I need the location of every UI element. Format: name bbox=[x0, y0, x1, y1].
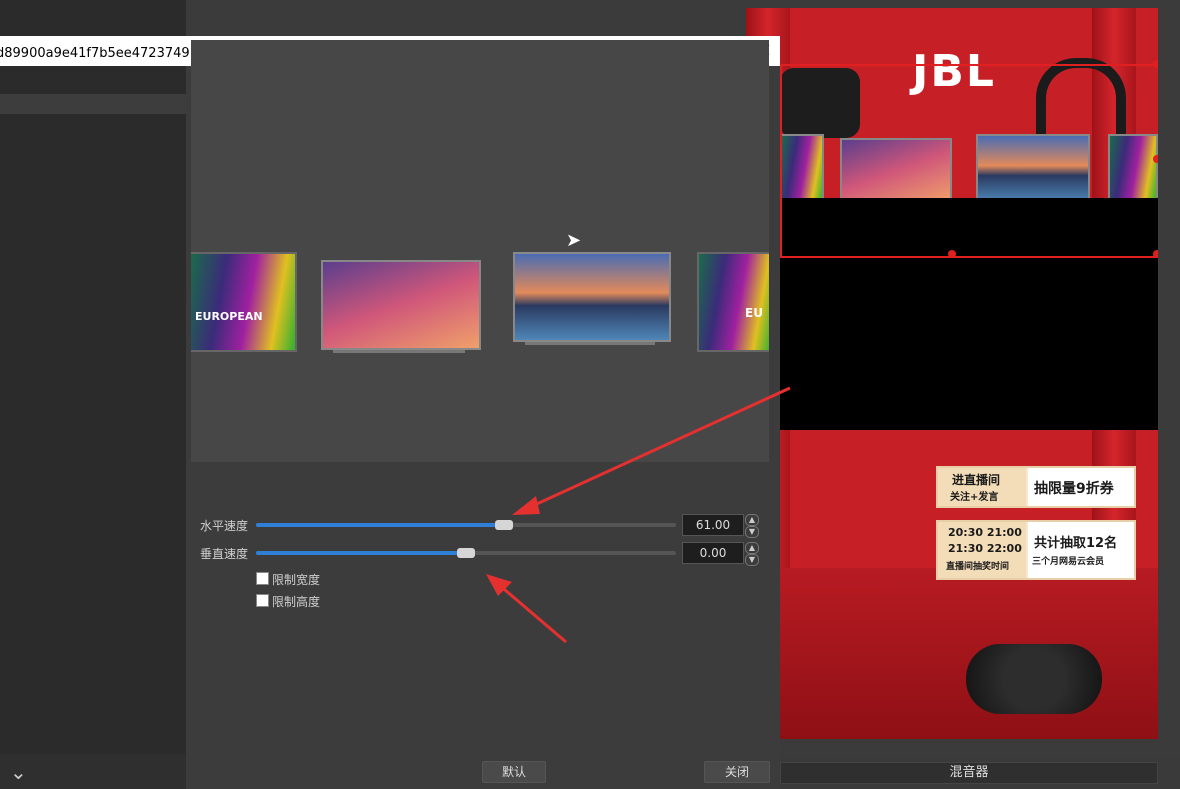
vertical-speed-label: 垂直速度 bbox=[200, 547, 249, 561]
promo-text: 共计抽取12名 bbox=[1034, 536, 1118, 551]
slider-thumb[interactable] bbox=[495, 520, 513, 530]
filter-list-header bbox=[0, 94, 186, 114]
resize-handle[interactable] bbox=[1153, 155, 1158, 163]
tv-thumbnail: EUROPEAN bbox=[191, 252, 297, 352]
limit-width-checkbox[interactable] bbox=[256, 572, 269, 585]
promo-text: 21:30 22:00 bbox=[948, 542, 1022, 555]
tv-stand bbox=[333, 350, 465, 353]
banner-floor bbox=[746, 568, 1158, 739]
promo-text: 直播间抽奖时间 bbox=[946, 562, 1010, 572]
promo-text: 抽限量9折券 bbox=[1034, 481, 1114, 497]
vertical-speed-slider[interactable] bbox=[256, 548, 676, 558]
close-button[interactable]: 关闭 bbox=[704, 761, 770, 783]
limit-width-label: 限制宽度 bbox=[272, 573, 321, 587]
limit-height-label: 限制高度 bbox=[272, 595, 321, 609]
horizontal-speed-stepper[interactable]: ▲ ▼ bbox=[745, 514, 759, 538]
promo-text: 20:30 21:00 bbox=[948, 526, 1022, 539]
tv-stand bbox=[525, 342, 655, 345]
tv-label: EUROPEAN bbox=[195, 310, 263, 323]
mixer-tab[interactable]: 混音器 bbox=[780, 762, 1158, 784]
scene-preview[interactable]: JBL 进直播间 关注+发言 抽限量9折券 20:30 21:00 21:30 … bbox=[746, 8, 1158, 739]
promo-text: 三个月网易云会员 bbox=[1032, 557, 1105, 567]
limit-height-checkbox[interactable] bbox=[256, 594, 269, 607]
default-button[interactable]: 默认 bbox=[482, 761, 546, 783]
tv-thumbnail: EU bbox=[697, 252, 769, 352]
promo-text: 进直播间 bbox=[952, 473, 1001, 487]
speaker-image bbox=[966, 644, 1102, 714]
filter-list[interactable] bbox=[0, 66, 186, 754]
slider-fill bbox=[256, 523, 504, 527]
resize-handle[interactable] bbox=[1153, 250, 1158, 258]
tv-thumbnail bbox=[321, 260, 481, 350]
vertical-speed-stepper[interactable]: ▲ ▼ bbox=[745, 542, 759, 566]
vertical-speed-input[interactable]: 0.00 bbox=[682, 542, 744, 564]
tv-thumbnail bbox=[513, 252, 671, 342]
selection-box[interactable] bbox=[780, 64, 1158, 258]
mouse-cursor-icon: ➤ bbox=[566, 230, 582, 251]
slider-thumb[interactable] bbox=[457, 548, 475, 558]
chevron-down-icon[interactable]: ⌄ bbox=[10, 760, 27, 784]
resize-handle[interactable] bbox=[948, 250, 956, 258]
promo-card: 进直播间 关注+发言 抽限量9折券 bbox=[936, 466, 1136, 508]
filter-preview: EUROPEAN EU bbox=[191, 40, 769, 462]
slider-fill bbox=[256, 551, 466, 555]
promo-text: 关注+发言 bbox=[950, 492, 999, 503]
horizontal-speed-input[interactable]: 61.00 bbox=[682, 514, 744, 536]
resize-handle[interactable] bbox=[1153, 60, 1158, 68]
horizontal-speed-slider[interactable] bbox=[256, 520, 676, 530]
tv-label: EU bbox=[745, 306, 763, 320]
horizontal-speed-label: 水平速度 bbox=[200, 519, 249, 533]
promo-card: 20:30 21:00 21:30 22:00 直播间抽奖时间 共计抽取12名 … bbox=[936, 520, 1136, 580]
